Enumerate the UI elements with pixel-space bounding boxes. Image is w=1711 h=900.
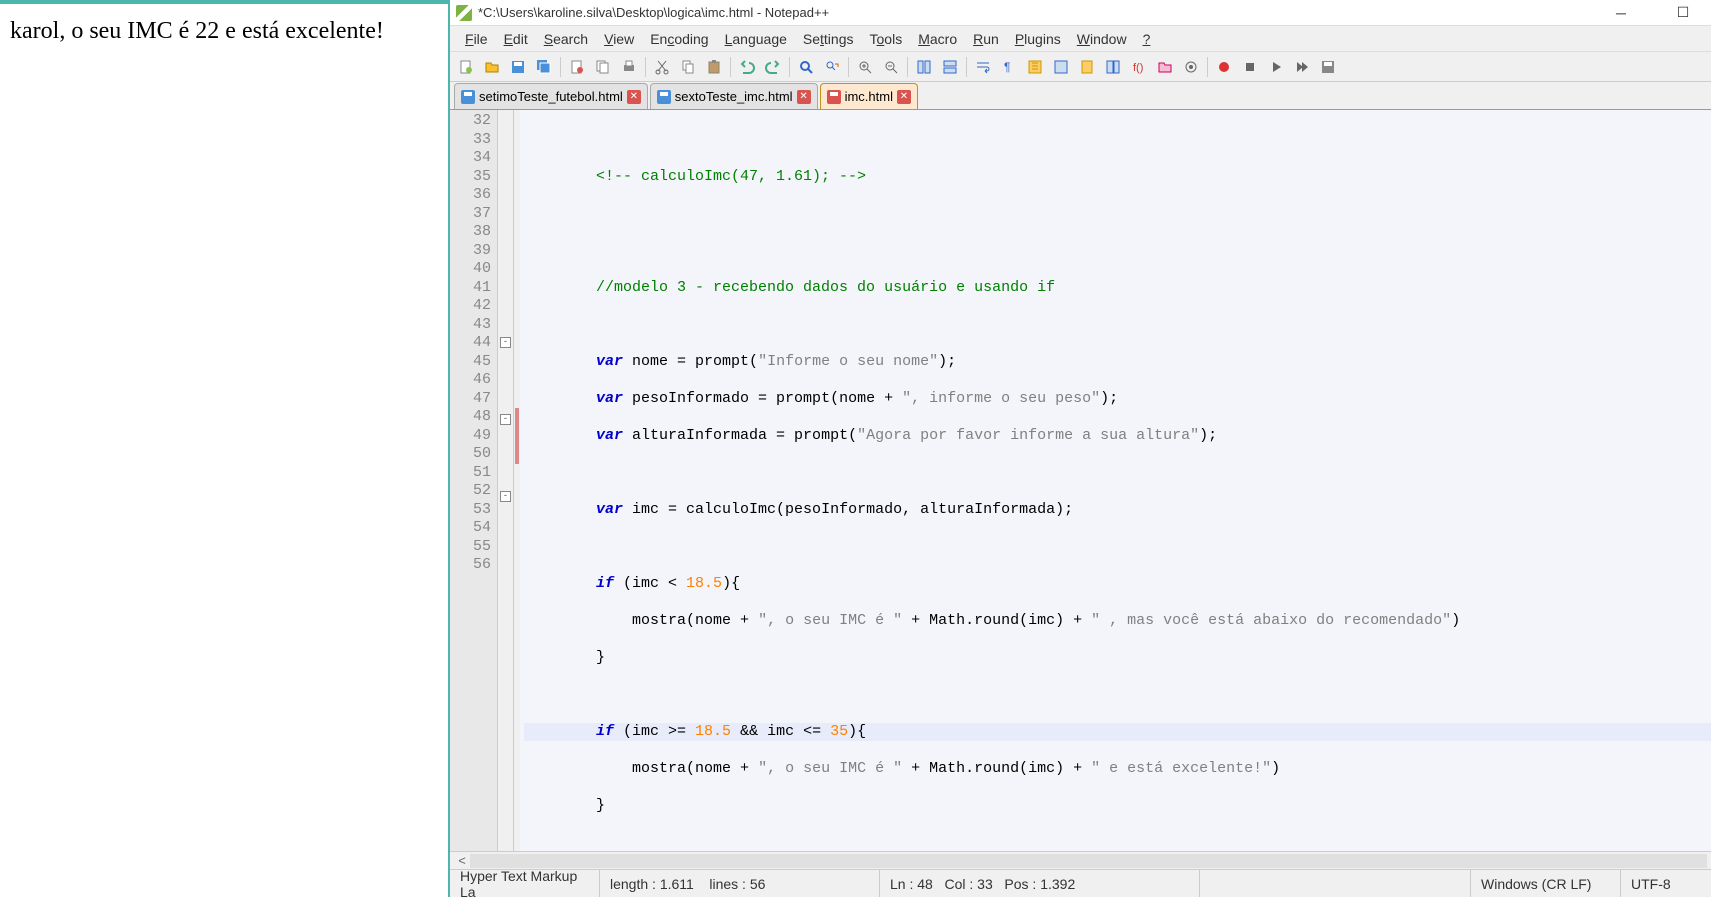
- indent-guide-icon[interactable]: [1023, 55, 1047, 79]
- redo-icon[interactable]: [761, 55, 785, 79]
- menu-plugins[interactable]: Plugins: [1008, 29, 1068, 49]
- func-list-icon[interactable]: f(): [1127, 55, 1151, 79]
- toolbar: ¶ f(): [450, 52, 1711, 82]
- fold-column: ---: [498, 110, 514, 851]
- menu-tools[interactable]: Tools: [863, 29, 910, 49]
- save-icon: [461, 90, 475, 104]
- menubar: File Edit Search View Encoding Language …: [450, 26, 1711, 52]
- play-macro-icon[interactable]: [1264, 55, 1288, 79]
- menu-help[interactable]: ?: [1136, 29, 1158, 49]
- copy-icon[interactable]: [676, 55, 700, 79]
- app-icon: [456, 5, 472, 21]
- menu-language[interactable]: Language: [718, 29, 794, 49]
- folder-icon[interactable]: [1153, 55, 1177, 79]
- titlebar: *C:\Users\karoline.silva\Desktop\logica\…: [450, 0, 1711, 26]
- tab-label: setimoTeste_futebol.html: [479, 89, 623, 104]
- doc-list-icon[interactable]: [1101, 55, 1125, 79]
- minimize-button[interactable]: ─: [1599, 2, 1643, 24]
- menu-window[interactable]: Window: [1070, 29, 1134, 49]
- status-encoding: UTF-8: [1621, 870, 1711, 897]
- status-language: Hyper Text Markup La: [450, 870, 600, 897]
- cut-icon[interactable]: [650, 55, 674, 79]
- close-tab-icon[interactable]: ✕: [797, 90, 811, 104]
- save-macro-icon[interactable]: [1316, 55, 1340, 79]
- status-position: Ln : 48 Col : 33 Pos : 1.392: [880, 870, 1200, 897]
- sync-h-icon[interactable]: [938, 55, 962, 79]
- status-eol: Windows (CR LF): [1471, 870, 1621, 897]
- tab-imc[interactable]: imc.html ✕: [820, 83, 918, 109]
- undo-icon[interactable]: [735, 55, 759, 79]
- tab-label: sextoTeste_imc.html: [675, 89, 793, 104]
- open-file-icon[interactable]: [480, 55, 504, 79]
- menu-encoding[interactable]: Encoding: [643, 29, 715, 49]
- stop-macro-icon[interactable]: [1238, 55, 1262, 79]
- monitor-icon[interactable]: [1179, 55, 1203, 79]
- sync-v-icon[interactable]: [912, 55, 936, 79]
- print-icon[interactable]: [617, 55, 641, 79]
- svg-text:f(): f(): [1133, 62, 1143, 74]
- udl-icon[interactable]: [1049, 55, 1073, 79]
- close-file-icon[interactable]: [565, 55, 589, 79]
- find-icon[interactable]: [794, 55, 818, 79]
- close-all-icon[interactable]: [591, 55, 615, 79]
- save-icon[interactable]: [506, 55, 530, 79]
- statusbar: Hyper Text Markup La length : 1.611 line…: [450, 869, 1711, 897]
- tab-sexto[interactable]: sextoTeste_imc.html ✕: [650, 83, 818, 109]
- zoom-out-icon[interactable]: [879, 55, 903, 79]
- menu-edit[interactable]: Edit: [497, 29, 535, 49]
- save-all-icon[interactable]: [532, 55, 556, 79]
- close-tab-icon[interactable]: ✕: [897, 90, 911, 104]
- notepadpp-window: *C:\Users\karoline.silva\Desktop\logica\…: [450, 0, 1711, 897]
- browser-output-text: karol, o seu IMC é 22 e está excelente!: [0, 4, 448, 59]
- close-tab-icon[interactable]: ✕: [627, 90, 641, 104]
- maximize-button[interactable]: ☐: [1661, 2, 1705, 24]
- line-gutter: 3233343536373839404142434445464748495051…: [450, 110, 498, 851]
- code-content[interactable]: <!-- calculoImc(47, 1.61); --> //modelo …: [520, 110, 1711, 851]
- show-all-chars-icon[interactable]: ¶: [997, 55, 1021, 79]
- zoom-in-icon[interactable]: [853, 55, 877, 79]
- status-spacer: [1200, 870, 1471, 897]
- tab-bar: setimoTeste_futebol.html ✕ sextoTeste_im…: [450, 82, 1711, 110]
- paste-icon[interactable]: [702, 55, 726, 79]
- tab-label: imc.html: [845, 89, 893, 104]
- new-file-icon[interactable]: [454, 55, 478, 79]
- code-editor[interactable]: 3233343536373839404142434445464748495051…: [450, 110, 1711, 851]
- menu-search[interactable]: Search: [537, 29, 595, 49]
- scroll-left-icon[interactable]: <: [454, 853, 470, 868]
- scroll-track[interactable]: [470, 854, 1707, 868]
- save-icon: [657, 90, 671, 104]
- menu-run[interactable]: Run: [966, 29, 1006, 49]
- menu-macro[interactable]: Macro: [911, 29, 964, 49]
- wordwrap-icon[interactable]: [971, 55, 995, 79]
- record-macro-icon[interactable]: [1212, 55, 1236, 79]
- horizontal-scrollbar[interactable]: <: [450, 851, 1711, 869]
- svg-text:¶: ¶: [1004, 60, 1010, 74]
- play-multi-icon[interactable]: [1290, 55, 1314, 79]
- doc-map-icon[interactable]: [1075, 55, 1099, 79]
- status-length: length : 1.611 lines : 56: [600, 870, 880, 897]
- menu-settings[interactable]: Settings: [796, 29, 861, 49]
- tab-setimo[interactable]: setimoTeste_futebol.html ✕: [454, 83, 648, 109]
- window-title: *C:\Users\karoline.silva\Desktop\logica\…: [478, 5, 1599, 20]
- replace-icon[interactable]: [820, 55, 844, 79]
- save-icon: [827, 90, 841, 104]
- menu-file[interactable]: File: [458, 29, 495, 49]
- menu-view[interactable]: View: [597, 29, 641, 49]
- browser-output-pane: karol, o seu IMC é 22 e está excelente!: [0, 0, 450, 897]
